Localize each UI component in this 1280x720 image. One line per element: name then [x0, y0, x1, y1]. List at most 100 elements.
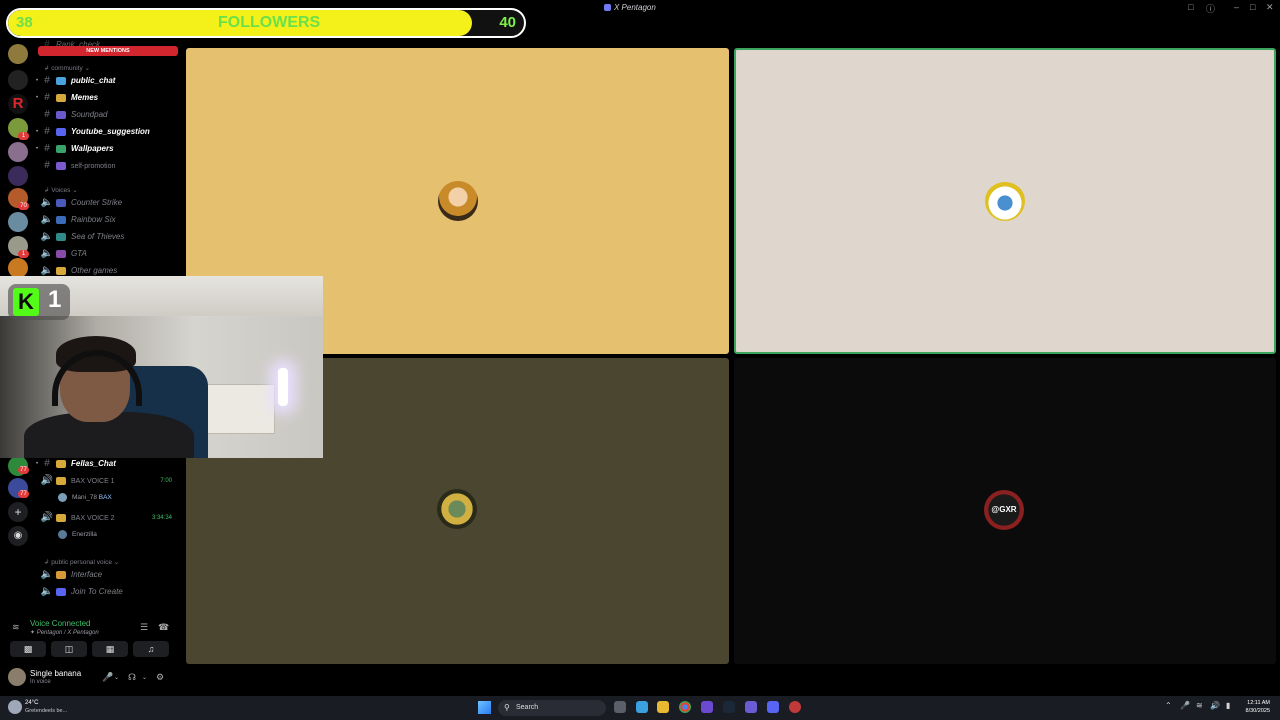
windows-start-icon[interactable] — [478, 701, 491, 714]
avatar — [58, 492, 67, 502]
search-icon: ⚲ — [504, 703, 510, 712]
disconnect-icon[interactable]: ☎ — [158, 622, 169, 633]
server-icon[interactable] — [8, 142, 28, 162]
file-explorer-icon[interactable] — [657, 701, 669, 713]
category-community[interactable]: ↲ community ⌄ — [44, 64, 90, 72]
maximize-icon[interactable]: □ — [1250, 2, 1255, 12]
discord-icon — [604, 4, 611, 11]
hash-icon: # — [44, 75, 50, 86]
task-view-icon[interactable] — [614, 701, 626, 713]
screen: 38 FOLLOWERS 40 X Pentagon □ ⓘ – □ ✕ R 1… — [0, 0, 1280, 720]
voice-connected-location[interactable]: ✦ Pentagon / X Pentagon — [30, 629, 99, 636]
help-icon[interactable]: ⓘ — [1206, 2, 1215, 15]
voice-timer: 7:00 — [160, 478, 172, 484]
clock[interactable]: 12:11 AM 8/30/2025 — [1246, 699, 1270, 715]
microphone-icon[interactable]: 🎤 — [102, 672, 113, 683]
voice-channel-sea-of-thieves[interactable]: 🔈 Sea of Thieves — [38, 230, 180, 244]
voice-channel-gta[interactable]: 🔈 GTA — [38, 247, 180, 261]
kick-logo-icon: K — [13, 288, 39, 316]
diamond-icon — [56, 76, 66, 85]
voice-member[interactable]: Enerzilla — [58, 529, 97, 541]
inbox-icon[interactable]: □ — [1188, 2, 1193, 12]
voice-channel-interface[interactable]: 🔈 Interface — [38, 568, 180, 582]
teams-icon[interactable] — [745, 701, 757, 713]
participant-avatar — [437, 489, 477, 529]
chrome-icon[interactable] — [679, 701, 691, 713]
weather-icon[interactable] — [8, 700, 22, 714]
server-icon[interactable] — [8, 70, 28, 90]
channel-soundpad[interactable]: # Soundpad — [38, 108, 180, 122]
noise-suppression-icon[interactable]: ☰ — [140, 622, 148, 633]
voice-member[interactable]: Mani_78 BAX — [58, 492, 112, 504]
activities-button[interactable]: ▦ — [92, 641, 128, 657]
lock-icon — [56, 513, 66, 522]
gear-icon[interactable]: ⚙ — [156, 672, 164, 683]
steam-icon[interactable] — [723, 701, 735, 713]
close-icon[interactable]: ✕ — [1266, 2, 1274, 13]
volume-icon[interactable]: 🔊 — [1210, 701, 1220, 710]
game-icon — [56, 215, 66, 224]
camera-off-button[interactable]: ▩ — [10, 641, 46, 657]
channel-wallpapers[interactable]: • # Wallpapers — [36, 142, 180, 156]
headphones-icon[interactable]: ☊ — [128, 672, 136, 683]
new-mentions-banner[interactable]: NEW MENTIONS — [38, 46, 178, 56]
voice-connected-status: Voice Connected — [30, 619, 91, 628]
discover-icon[interactable]: ◉ — [8, 526, 28, 546]
copilot-icon[interactable] — [701, 701, 713, 713]
channel-fellas-chat[interactable]: • # Fellas_Chat — [36, 457, 180, 471]
speaker-icon: 🔊 — [40, 475, 54, 486]
channel-memes[interactable]: • # Memes — [36, 91, 180, 105]
edge-icon[interactable] — [636, 701, 648, 713]
speaker-icon: 🔈 — [40, 569, 54, 580]
speaker-icon: 🔈 — [40, 231, 54, 242]
microphone-tray-icon[interactable]: 🎤 — [1180, 701, 1190, 710]
game-icon — [56, 198, 66, 207]
voice-channel-bax-1[interactable]: 🔊 BAX VOICE 1 7:00 — [38, 474, 180, 488]
add-server-icon[interactable]: + — [8, 502, 28, 522]
speaker-icon: 🔈 — [40, 214, 54, 225]
weather-temp[interactable]: 24°C — [25, 700, 38, 706]
screen-share-button[interactable]: ◫ — [51, 641, 87, 657]
followers-goal: 40 — [499, 14, 516, 31]
discord-taskbar-icon[interactable] — [767, 701, 779, 713]
unread-badge: 1 — [18, 132, 29, 140]
soundboard-button[interactable]: ♫ — [133, 641, 169, 657]
category-voices[interactable]: ↲ Voices ⌄ — [44, 186, 78, 194]
minimize-icon[interactable]: – — [1234, 2, 1239, 12]
voice-channel-rainbow-six[interactable]: 🔈 Rainbow Six — [38, 213, 180, 227]
channel-self-promotion[interactable]: # self-promotion — [38, 159, 180, 173]
speaker-icon: 🔊 — [40, 512, 54, 523]
signal-icon[interactable]: ≋ — [12, 622, 20, 633]
speaker-icon: 🔈 — [40, 197, 54, 208]
hash-icon: # — [44, 458, 50, 469]
server-icon[interactable]: R — [8, 94, 28, 114]
server-icon[interactable] — [8, 44, 28, 64]
app-icon[interactable] — [789, 701, 801, 713]
voice-channel-counter-strike[interactable]: 🔈 Counter Strike — [38, 196, 180, 210]
server-icon[interactable] — [8, 258, 28, 278]
voice-tile-speaking[interactable] — [734, 48, 1276, 354]
voice-tile[interactable]: @GXR — [734, 358, 1276, 664]
chevron-up-icon[interactable]: ⌃ — [1165, 701, 1172, 710]
voice-channel-join-to-create[interactable]: 🔈 Join To Create — [38, 585, 180, 599]
username[interactable]: Single banana — [30, 669, 81, 678]
kick-viewer-badge: K 1 — [8, 284, 70, 320]
game-icon — [56, 232, 66, 241]
search-input[interactable]: ⚲ Search — [498, 700, 606, 716]
server-icon[interactable] — [8, 166, 28, 186]
channel-youtube-suggestion[interactable]: • # Youtube_suggestion — [36, 125, 180, 139]
avatar[interactable] — [8, 668, 26, 686]
battery-icon[interactable]: ▮ — [1226, 701, 1230, 710]
chevron-down-icon[interactable]: ⌄ — [142, 674, 147, 681]
voice-channel-bax-2[interactable]: 🔊 BAX VOICE 2 3:34:34 — [38, 511, 180, 525]
category-public-personal-voice[interactable]: ↲ public personal voice ⌄ — [44, 558, 119, 566]
speaker-icon: 🔈 — [40, 248, 54, 259]
server-icon[interactable] — [8, 212, 28, 232]
wifi-icon[interactable]: ≋ — [1196, 701, 1203, 710]
chevron-down-icon[interactable]: ⌄ — [114, 674, 119, 681]
weather-description[interactable]: Gretendeels be... — [25, 708, 67, 714]
headphones-icon — [56, 110, 66, 119]
unread-badge: 1 — [18, 250, 29, 258]
channel-public-chat[interactable]: • # public_chat — [36, 74, 180, 88]
emoji-icon — [56, 93, 66, 102]
